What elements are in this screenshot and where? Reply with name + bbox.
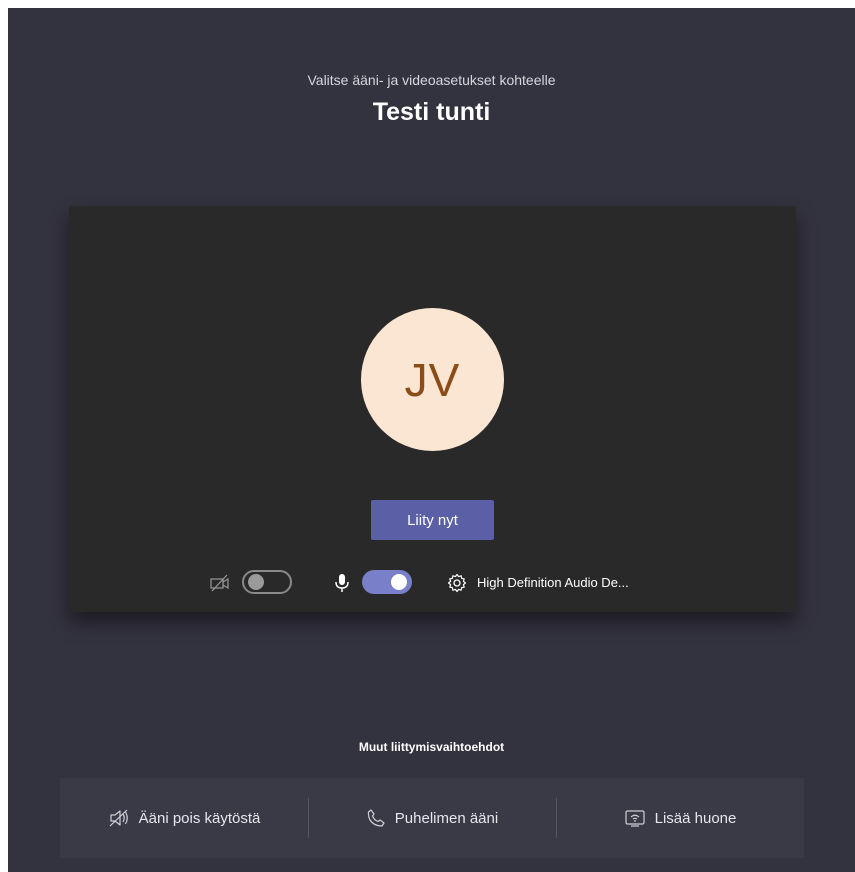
camera-toggle-knob [248,574,264,590]
audio-off-option[interactable]: Ääni pois käytöstä [60,778,308,858]
room-cast-icon [625,810,645,827]
join-now-button[interactable]: Liity nyt [371,500,494,540]
device-controls: High Definition Audio De... [69,568,796,598]
microphone-toggle-knob [391,574,407,590]
gear-icon[interactable] [446,572,468,594]
meeting-title: Testi tunti [372,98,491,126]
speaker-off-icon [109,809,128,827]
video-preview: JV Liity nyt High Definition Audio De... [69,206,796,612]
add-room-option[interactable]: Lisää huone [556,778,804,858]
phone-audio-label: Puhelimen ääni [394,809,499,827]
microphone-icon [335,574,349,592]
audio-device-selector[interactable]: High Definition Audio De... [477,575,629,590]
phone-icon [367,809,385,827]
prejoin-screen: Valitse ääni- ja videoasetukset kohteell… [8,8,855,872]
microphone-toggle[interactable] [362,570,412,594]
other-options-heading: Muut liittymisvaihtoehdot [358,740,505,754]
audio-off-label: Ääni pois käytöstä [138,809,261,827]
phone-audio-option[interactable]: Puhelimen ääni [308,778,556,858]
camera-toggle[interactable] [242,570,292,594]
add-room-label: Lisää huone [654,809,737,827]
camera-off-icon [210,574,229,592]
other-options-bar: Ääni pois käytöstä Puhelimen ääni Lisää … [60,778,804,858]
avatar: JV [361,308,504,451]
page-subtitle: Valitse ääni- ja videoasetukset kohteell… [307,72,556,88]
